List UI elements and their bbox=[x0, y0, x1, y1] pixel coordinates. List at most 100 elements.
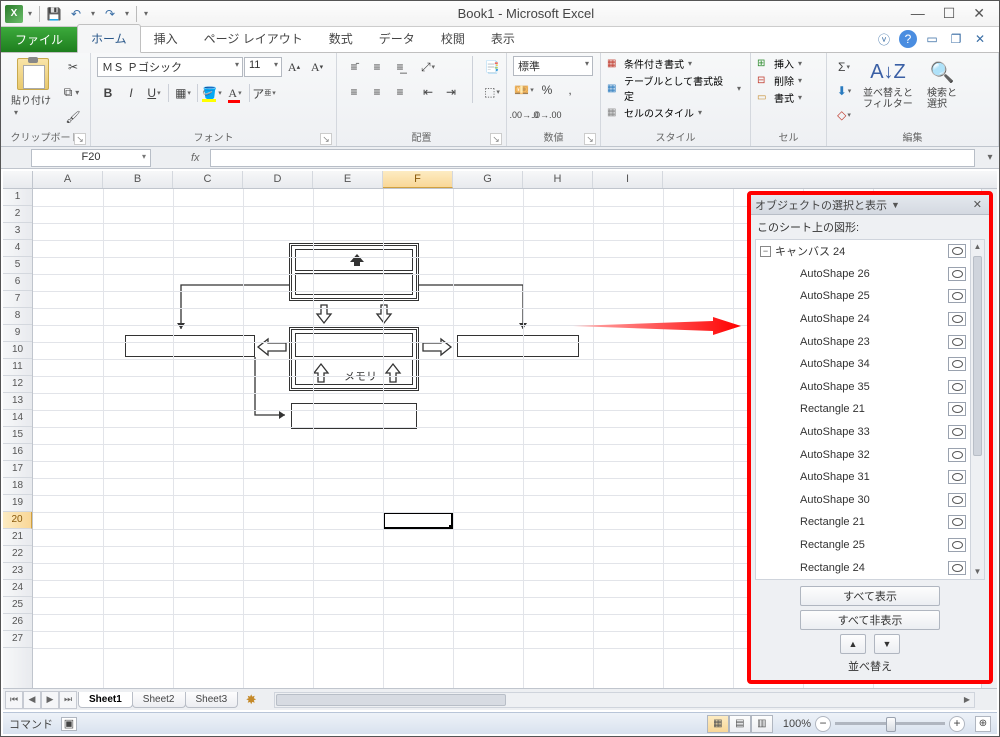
clipboard-dialog[interactable]: ↘ bbox=[74, 133, 86, 145]
row-header-9[interactable]: 9 bbox=[3, 325, 32, 342]
tree-item[interactable]: Rectangle 25 bbox=[756, 534, 970, 557]
increase-indent-button[interactable]: ⇥ bbox=[440, 81, 462, 103]
visibility-toggle[interactable] bbox=[948, 335, 966, 349]
tab-home[interactable]: ホーム bbox=[77, 24, 141, 53]
tab-insert[interactable]: 挿入 bbox=[141, 25, 191, 52]
format-as-table-button[interactable]: ▦テーブルとして書式設定▾ bbox=[607, 73, 744, 103]
font-size-combo[interactable]: 11 bbox=[244, 57, 282, 77]
row-header-18[interactable]: 18 bbox=[3, 478, 32, 495]
tree-item[interactable]: AutoShape 23 bbox=[756, 330, 970, 353]
tree-scrollbar[interactable]: ▲ ▼ bbox=[970, 240, 984, 579]
align-center-button[interactable]: ≡ bbox=[366, 81, 388, 103]
expand-formula-bar[interactable]: ▾ bbox=[981, 149, 999, 167]
tree-item[interactable]: AutoShape 35 bbox=[756, 376, 970, 399]
row-header-21[interactable]: 21 bbox=[3, 529, 32, 546]
visibility-toggle[interactable] bbox=[948, 561, 966, 575]
zoom-level[interactable]: 100% bbox=[783, 718, 811, 730]
row-header-1[interactable]: 1 bbox=[3, 189, 32, 206]
font-dialog[interactable]: ↘ bbox=[320, 133, 332, 145]
shape-bottom[interactable] bbox=[291, 403, 417, 429]
zoom-slider[interactable] bbox=[835, 722, 945, 725]
underline-button[interactable]: U bbox=[143, 82, 165, 104]
col-header-C[interactable]: C bbox=[173, 171, 243, 188]
accounting-button[interactable]: 💴 bbox=[513, 79, 535, 101]
row-header-15[interactable]: 15 bbox=[3, 427, 32, 444]
redo-button[interactable]: ↷ bbox=[100, 4, 120, 24]
percent-button[interactable]: % bbox=[536, 79, 558, 101]
zoom-fit-button[interactable]: ⊕ bbox=[975, 716, 991, 732]
row-header-20[interactable]: 20 bbox=[3, 512, 32, 529]
row-header-8[interactable]: 8 bbox=[3, 308, 32, 325]
row-header-23[interactable]: 23 bbox=[3, 563, 32, 580]
undo-button[interactable]: ↶ bbox=[66, 4, 86, 24]
row-header-17[interactable]: 17 bbox=[3, 461, 32, 478]
phonetic-button[interactable]: ア亜 bbox=[253, 82, 275, 104]
visibility-toggle[interactable] bbox=[948, 425, 966, 439]
visibility-toggle[interactable] bbox=[948, 515, 966, 529]
row-header-11[interactable]: 11 bbox=[3, 359, 32, 376]
number-format-combo[interactable]: 標準 bbox=[513, 56, 593, 76]
visibility-toggle[interactable] bbox=[948, 380, 966, 394]
sheet-tab-3[interactable]: Sheet3 bbox=[185, 692, 239, 708]
visibility-toggle[interactable] bbox=[948, 357, 966, 371]
conditional-format-button[interactable]: ▦条件付き書式▾ bbox=[607, 56, 695, 71]
hide-all-button[interactable]: すべて非表示 bbox=[800, 610, 940, 630]
tab-view[interactable]: 表示 bbox=[478, 25, 528, 52]
row-header-2[interactable]: 2 bbox=[3, 206, 32, 223]
file-tab[interactable]: ファイル bbox=[1, 27, 77, 52]
row-header-13[interactable]: 13 bbox=[3, 393, 32, 410]
visibility-toggle[interactable] bbox=[948, 448, 966, 462]
grow-font-button[interactable]: A▴ bbox=[283, 56, 305, 78]
tree-item[interactable]: AutoShape 30 bbox=[756, 489, 970, 512]
tab-formulas[interactable]: 数式 bbox=[316, 25, 366, 52]
col-header-D[interactable]: D bbox=[243, 171, 313, 188]
copy-button[interactable]: ⧉▾ bbox=[62, 81, 84, 103]
tree-item[interactable]: AutoShape 33 bbox=[756, 421, 970, 444]
align-bottom-button[interactable]: ≡̲ bbox=[389, 56, 411, 78]
formula-input[interactable] bbox=[210, 149, 975, 167]
decrease-indent-button[interactable]: ⇤ bbox=[417, 81, 439, 103]
sheet-nav-last[interactable]: ⏭ bbox=[59, 691, 77, 709]
align-right-button[interactable]: ≡ bbox=[389, 81, 411, 103]
find-select-button[interactable]: 🔍 検索と 選択 bbox=[921, 56, 963, 112]
visibility-toggle[interactable] bbox=[948, 402, 966, 416]
italic-button[interactable]: I bbox=[120, 82, 142, 104]
sheet-tab-1[interactable]: Sheet1 bbox=[78, 692, 133, 708]
align-middle-button[interactable]: ≡ bbox=[366, 56, 388, 78]
row-header-7[interactable]: 7 bbox=[3, 291, 32, 308]
number-dialog[interactable]: ↘ bbox=[584, 133, 596, 145]
visibility-toggle[interactable] bbox=[948, 312, 966, 326]
fill-button[interactable]: ⬇ bbox=[833, 80, 855, 102]
row-header-19[interactable]: 19 bbox=[3, 495, 32, 512]
autosum-button[interactable]: Σ bbox=[833, 56, 855, 78]
col-header-A[interactable]: A bbox=[33, 171, 103, 188]
view-page-layout-button[interactable]: ▤ bbox=[729, 715, 751, 733]
orientation-button[interactable]: ⤢ bbox=[417, 56, 439, 78]
close-button[interactable]: ✕ bbox=[973, 5, 985, 22]
zoom-in-button[interactable]: + bbox=[949, 716, 965, 732]
sheet-nav-next[interactable]: ▶ bbox=[41, 691, 59, 709]
view-page-break-button[interactable]: ▥ bbox=[751, 715, 773, 733]
tree-root[interactable]: − キャンバス 24 bbox=[756, 240, 970, 263]
tree-item[interactable]: AutoShape 31 bbox=[756, 466, 970, 489]
move-up-button[interactable]: ▲ bbox=[840, 634, 866, 654]
sheet-tab-2[interactable]: Sheet2 bbox=[132, 692, 186, 708]
visibility-toggle[interactable] bbox=[948, 493, 966, 507]
decrease-decimal-button[interactable]: .0→.00 bbox=[536, 104, 558, 126]
row-header-4[interactable]: 4 bbox=[3, 240, 32, 257]
col-header-G[interactable]: G bbox=[453, 171, 523, 188]
visibility-toggle[interactable] bbox=[948, 538, 966, 552]
font-name-combo[interactable]: ＭＳ Ｐゴシック bbox=[97, 57, 243, 77]
row-header-3[interactable]: 3 bbox=[3, 223, 32, 240]
visibility-toggle[interactable] bbox=[948, 267, 966, 281]
row-header-6[interactable]: 6 bbox=[3, 274, 32, 291]
tab-review[interactable]: 校閲 bbox=[428, 25, 478, 52]
tree-item[interactable]: AutoShape 32 bbox=[756, 443, 970, 466]
row-header-27[interactable]: 27 bbox=[3, 631, 32, 648]
row-header-25[interactable]: 25 bbox=[3, 597, 32, 614]
sheet-nav-first[interactable]: ⏮ bbox=[5, 691, 23, 709]
tree-item[interactable]: Rectangle 21 bbox=[756, 511, 970, 534]
font-color-button[interactable]: A bbox=[224, 82, 246, 104]
view-normal-button[interactable]: ▦ bbox=[707, 715, 729, 733]
col-header-E[interactable]: E bbox=[313, 171, 383, 188]
